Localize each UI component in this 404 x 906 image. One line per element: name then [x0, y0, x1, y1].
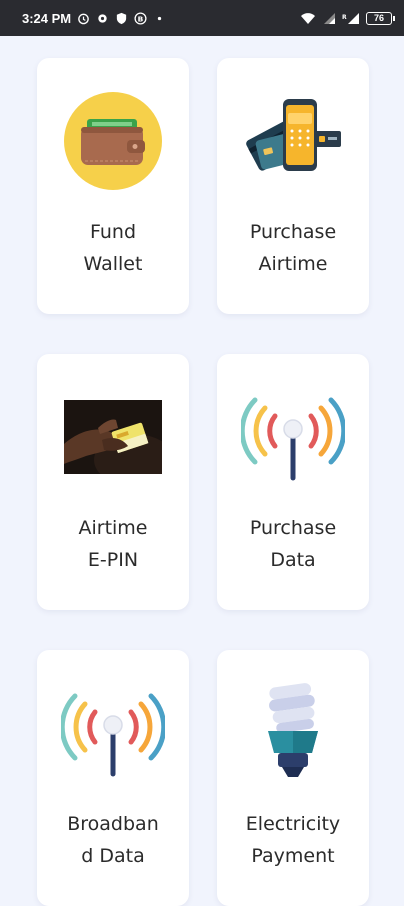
card-label: Electricity Payment — [245, 813, 341, 867]
dot-icon — [157, 16, 162, 20]
card-label: Fund Wallet — [83, 221, 143, 275]
card-photo-image — [64, 400, 162, 474]
gear-icon — [98, 13, 107, 23]
card-label: Broadban d Data — [67, 813, 159, 867]
alarm-icon — [78, 13, 89, 24]
services-grid: Fund Wallet Purchase Airtime Airtime E-P… — [0, 36, 404, 906]
fund-wallet-card[interactable]: Fund Wallet — [37, 58, 189, 314]
card-label: Purchase Data — [249, 517, 337, 571]
purchase-airtime-card[interactable]: Purchase Airtime — [217, 58, 369, 314]
electricity-payment-card[interactable]: Electricity Payment — [217, 650, 369, 906]
battery-icon: 76 — [366, 11, 395, 25]
broadband-tower-icon — [61, 693, 165, 777]
broadband-data-card[interactable]: Broadban d Data — [37, 650, 189, 906]
svg-text:B: B — [138, 14, 144, 23]
status-time: 3:24 PM — [22, 10, 72, 26]
signal-r-icon: R — [342, 12, 359, 24]
signal-tower-icon — [241, 397, 345, 481]
wallet-icon — [64, 92, 162, 190]
airtime-epin-card[interactable]: Airtime E-PIN — [37, 354, 189, 610]
card-label: Purchase Airtime — [249, 221, 337, 275]
shield-icon — [116, 12, 127, 24]
light-bulb-icon — [268, 683, 318, 777]
b-circle-icon: B — [134, 11, 147, 25]
svg-text:R: R — [342, 14, 347, 21]
card-label: Airtime E-PIN — [78, 517, 148, 571]
wifi-icon — [301, 12, 315, 24]
phone-cards-icon — [246, 99, 341, 171]
status-bar: 3:24 PM B R 76 — [0, 0, 404, 36]
purchase-data-card[interactable]: Purchase Data — [217, 354, 369, 610]
signal-icon — [324, 12, 335, 24]
